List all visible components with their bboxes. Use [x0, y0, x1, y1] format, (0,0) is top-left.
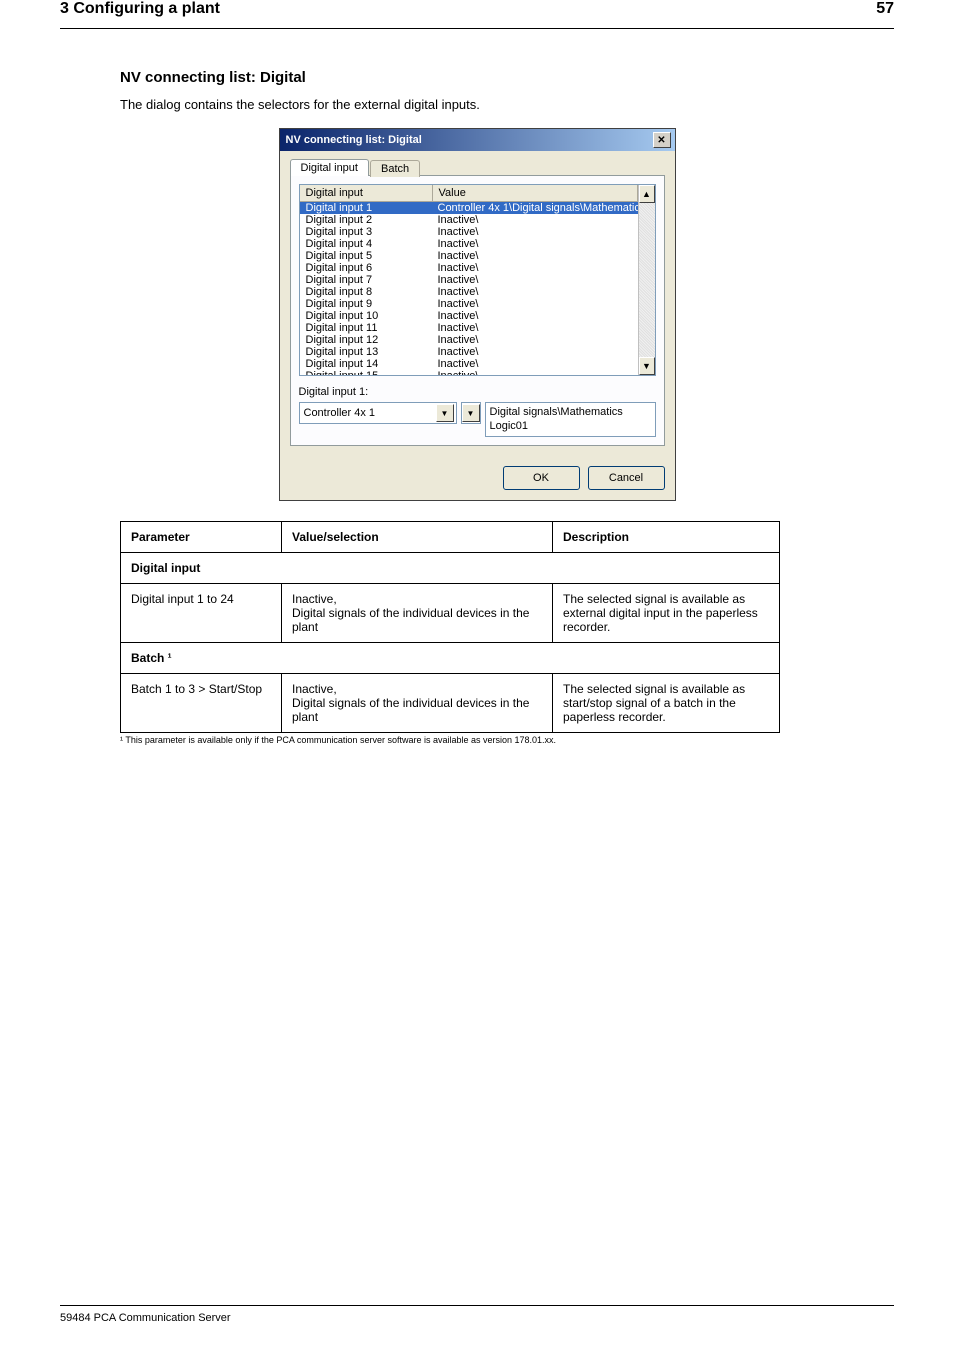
footer-rule [60, 1305, 894, 1306]
signal-select[interactable]: ▼ [461, 402, 481, 424]
cell-param: Batch 1 to 3 > Start/Stop [121, 673, 282, 732]
list-cell-value: Inactive\ [432, 250, 638, 262]
list-cell-name: Digital input 15 [300, 370, 432, 375]
list-cell-value: Inactive\ [432, 298, 638, 310]
list-cell-name: Digital input 9 [300, 298, 432, 310]
list-cell-value: Inactive\ [432, 286, 638, 298]
cell-desc: The selected signal is available as star… [553, 673, 780, 732]
section-heading: NV connecting list: Digital [120, 69, 894, 86]
list-cell-value: Inactive\ [432, 310, 638, 322]
list-row[interactable]: Digital input 1Controller 4x 1\Digital s… [300, 202, 638, 214]
list-cell-name: Digital input 12 [300, 334, 432, 346]
header-rule [60, 28, 894, 29]
cell-value: Inactive, Digital signals of the individ… [282, 583, 553, 642]
list-row[interactable]: Digital input 7Inactive\ [300, 274, 638, 286]
close-icon[interactable]: ✕ [653, 132, 671, 148]
list-row[interactable]: Digital input 14Inactive\ [300, 358, 638, 370]
dialog-tabs: Digital input Batch [290, 159, 665, 176]
list-row[interactable]: Digital input 5Inactive\ [300, 250, 638, 262]
list-cell-value: Inactive\ [432, 334, 638, 346]
list-row[interactable]: Digital input 6Inactive\ [300, 262, 638, 274]
cancel-button[interactable]: Cancel [588, 466, 665, 490]
cell-value: Inactive, Digital signals of the individ… [282, 673, 553, 732]
list-row[interactable]: Digital input 9Inactive\ [300, 298, 638, 310]
ok-button[interactable]: OK [503, 466, 580, 490]
list-cell-value: Inactive\ [432, 226, 638, 238]
chevron-down-icon: ▼ [462, 404, 480, 422]
list-row[interactable]: Digital input 2Inactive\ [300, 214, 638, 226]
list-row[interactable]: Digital input 11Inactive\ [300, 322, 638, 334]
cell-param: Digital input 1 to 24 [121, 583, 282, 642]
footer-text: 59484 PCA Communication Server [60, 1312, 894, 1324]
list-cell-value: Inactive\ [432, 238, 638, 250]
th-description: Description [553, 521, 780, 552]
list-row[interactable]: Digital input 10Inactive\ [300, 310, 638, 322]
list-cell-value: Inactive\ [432, 358, 638, 370]
list-cell-name: Digital input 5 [300, 250, 432, 262]
scroll-down-icon[interactable]: ▼ [639, 357, 655, 375]
chapter-title: 3 Configuring a plant [60, 0, 220, 18]
signal-value-display: Digital signals\Mathematics Logic01 [485, 402, 656, 437]
list-cell-name: Digital input 11 [300, 322, 432, 334]
digital-input-list[interactable]: Digital input Value Digital input 1Contr… [299, 184, 656, 376]
tab-digital-input[interactable]: Digital input [290, 159, 369, 176]
list-col-value[interactable]: Value [433, 185, 638, 201]
dialog-title: NV connecting list: Digital [286, 134, 422, 146]
list-cell-name: Digital input 3 [300, 226, 432, 238]
list-cell-value: Inactive\ [432, 274, 638, 286]
list-row[interactable]: Digital input 15Inactive\ [300, 370, 638, 375]
list-cell-name: Digital input 14 [300, 358, 432, 370]
list-cell-name: Digital input 1 [300, 202, 432, 214]
cell-desc: The selected signal is available as exte… [553, 583, 780, 642]
list-row[interactable]: Digital input 8Inactive\ [300, 286, 638, 298]
list-cell-name: Digital input 13 [300, 346, 432, 358]
list-cell-value: Controller 4x 1\Digital signals\Mathemat… [432, 202, 638, 214]
list-row[interactable]: Digital input 4Inactive\ [300, 238, 638, 250]
edit-label: Digital input 1: [299, 386, 656, 398]
nv-connecting-dialog: NV connecting list: Digital ✕ Digital in… [279, 128, 676, 501]
subhead-digital-input: Digital input [121, 552, 780, 583]
chevron-down-icon: ▼ [436, 404, 454, 422]
th-parameter: Parameter [121, 521, 282, 552]
list-row[interactable]: Digital input 3Inactive\ [300, 226, 638, 238]
list-cell-name: Digital input 2 [300, 214, 432, 226]
list-cell-name: Digital input 8 [300, 286, 432, 298]
list-cell-name: Digital input 4 [300, 238, 432, 250]
list-col-digital-input[interactable]: Digital input [300, 185, 433, 201]
list-cell-name: Digital input 6 [300, 262, 432, 274]
list-row[interactable]: Digital input 13Inactive\ [300, 346, 638, 358]
th-value: Value/selection [282, 521, 553, 552]
list-cell-name: Digital input 7 [300, 274, 432, 286]
device-select-value: Controller 4x 1 [304, 407, 376, 419]
scroll-up-icon[interactable]: ▲ [639, 185, 655, 203]
vertical-scrollbar[interactable]: ▲ ▼ [638, 185, 655, 375]
list-row[interactable]: Digital input 12Inactive\ [300, 334, 638, 346]
list-cell-name: Digital input 10 [300, 310, 432, 322]
tab-batch[interactable]: Batch [370, 160, 420, 177]
list-cell-value: Inactive\ [432, 370, 638, 375]
table-footnote: ¹ This parameter is available only if th… [120, 735, 894, 745]
list-cell-value: Inactive\ [432, 262, 638, 274]
subhead-batch: Batch ¹ [121, 642, 780, 673]
parameter-table: Parameter Value/selection Description Di… [120, 521, 780, 733]
list-cell-value: Inactive\ [432, 322, 638, 334]
list-cell-value: Inactive\ [432, 346, 638, 358]
device-select[interactable]: Controller 4x 1 ▼ [299, 402, 457, 424]
section-paragraph: The dialog contains the selectors for th… [120, 96, 894, 114]
list-cell-value: Inactive\ [432, 214, 638, 226]
dialog-titlebar[interactable]: NV connecting list: Digital ✕ [280, 129, 675, 151]
page-number: 57 [876, 0, 894, 18]
